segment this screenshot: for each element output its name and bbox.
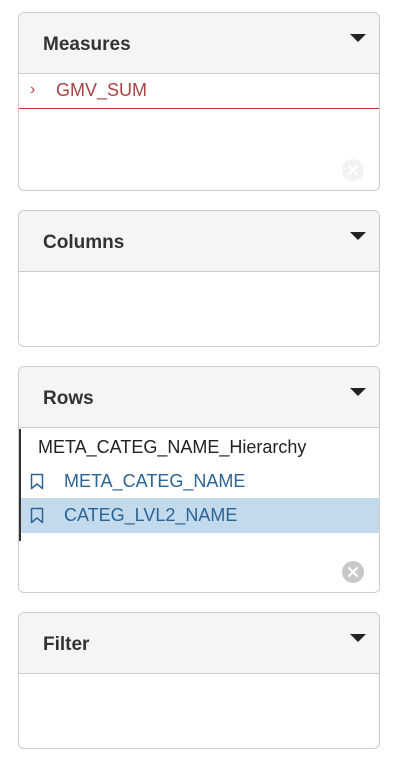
chevron-right-icon: › <box>30 81 36 98</box>
measures-dropdown-caret-icon[interactable] <box>350 34 366 42</box>
bookmark-icon <box>30 473 44 490</box>
columns-panel-title: Columns <box>43 232 125 253</box>
level-item-meta-categ-name[interactable]: META_CATEG_NAME <box>21 464 379 499</box>
level-item-label: CATEG_LVL2_NAME <box>64 505 238 525</box>
filter-panel-header: Filter <box>19 613 379 674</box>
rows-panel: Rows META_CATEG_NAME_Hierarchy META_CATE… <box>18 366 380 593</box>
filter-panel: Filter <box>18 612 380 749</box>
columns-dropdown-caret-icon[interactable] <box>350 232 366 240</box>
rows-dropdown-caret-icon[interactable] <box>350 388 366 396</box>
clear-circle-icon[interactable] <box>341 560 365 584</box>
measures-panel-title: Measures <box>43 34 131 55</box>
measure-item-label: GMV_SUM <box>56 80 148 100</box>
columns-panel-header: Columns <box>19 211 379 272</box>
rows-panel-title: Rows <box>43 388 94 409</box>
bookmark-icon <box>30 507 44 524</box>
measures-panel-header: Measures <box>19 13 379 74</box>
filter-dropdown-caret-icon[interactable] <box>350 634 366 642</box>
level-item-label: META_CATEG_NAME <box>64 471 246 491</box>
filter-panel-title: Filter <box>43 634 90 655</box>
hierarchy-label: META_CATEG_NAME_Hierarchy <box>38 437 307 457</box>
level-item-categ-lvl2-name[interactable]: CATEG_LVL2_NAME <box>21 498 379 533</box>
measure-item-gmv-sum[interactable]: › GMV_SUM <box>19 74 379 109</box>
measures-panel: Measures › GMV_SUM <box>18 12 380 191</box>
columns-panel: Columns <box>18 210 380 347</box>
clear-circle-icon[interactable] <box>341 158 365 182</box>
rows-panel-header: Rows <box>19 367 379 428</box>
rows-hierarchy-list: META_CATEG_NAME_Hierarchy META_CATEG_NAM… <box>19 429 379 541</box>
